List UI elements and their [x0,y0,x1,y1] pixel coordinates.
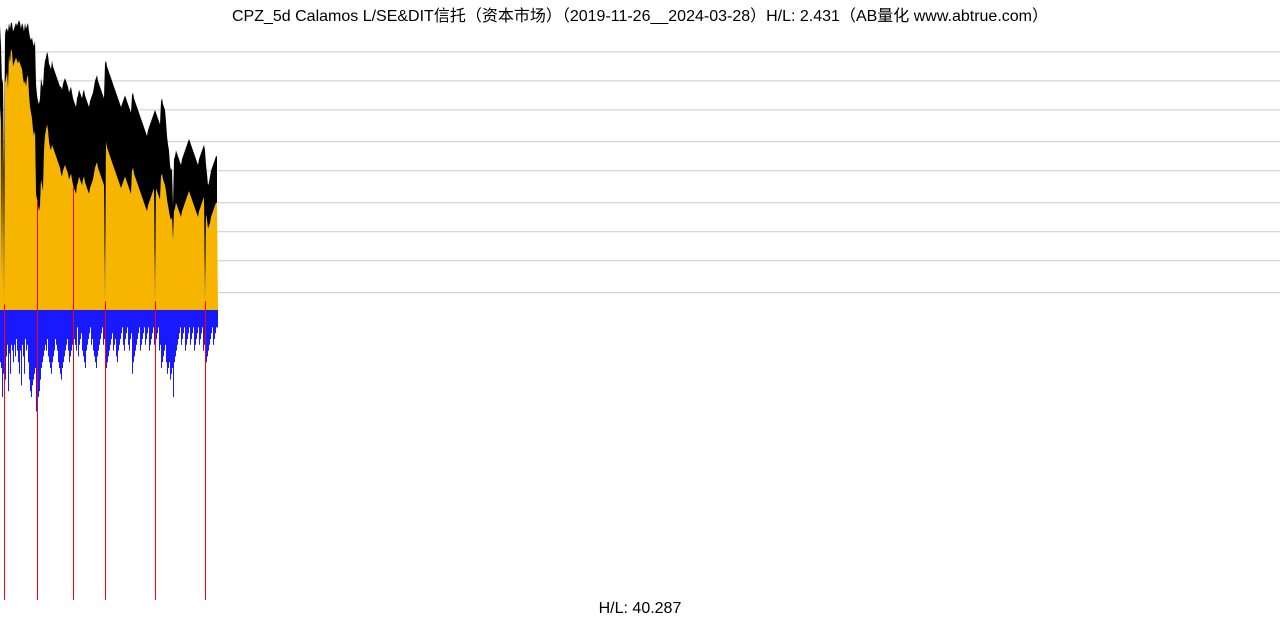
volume-hl-label: H/L: 40.287 [0,600,1280,618]
price-chart [0,20,1280,310]
volume-chart [0,310,1280,600]
